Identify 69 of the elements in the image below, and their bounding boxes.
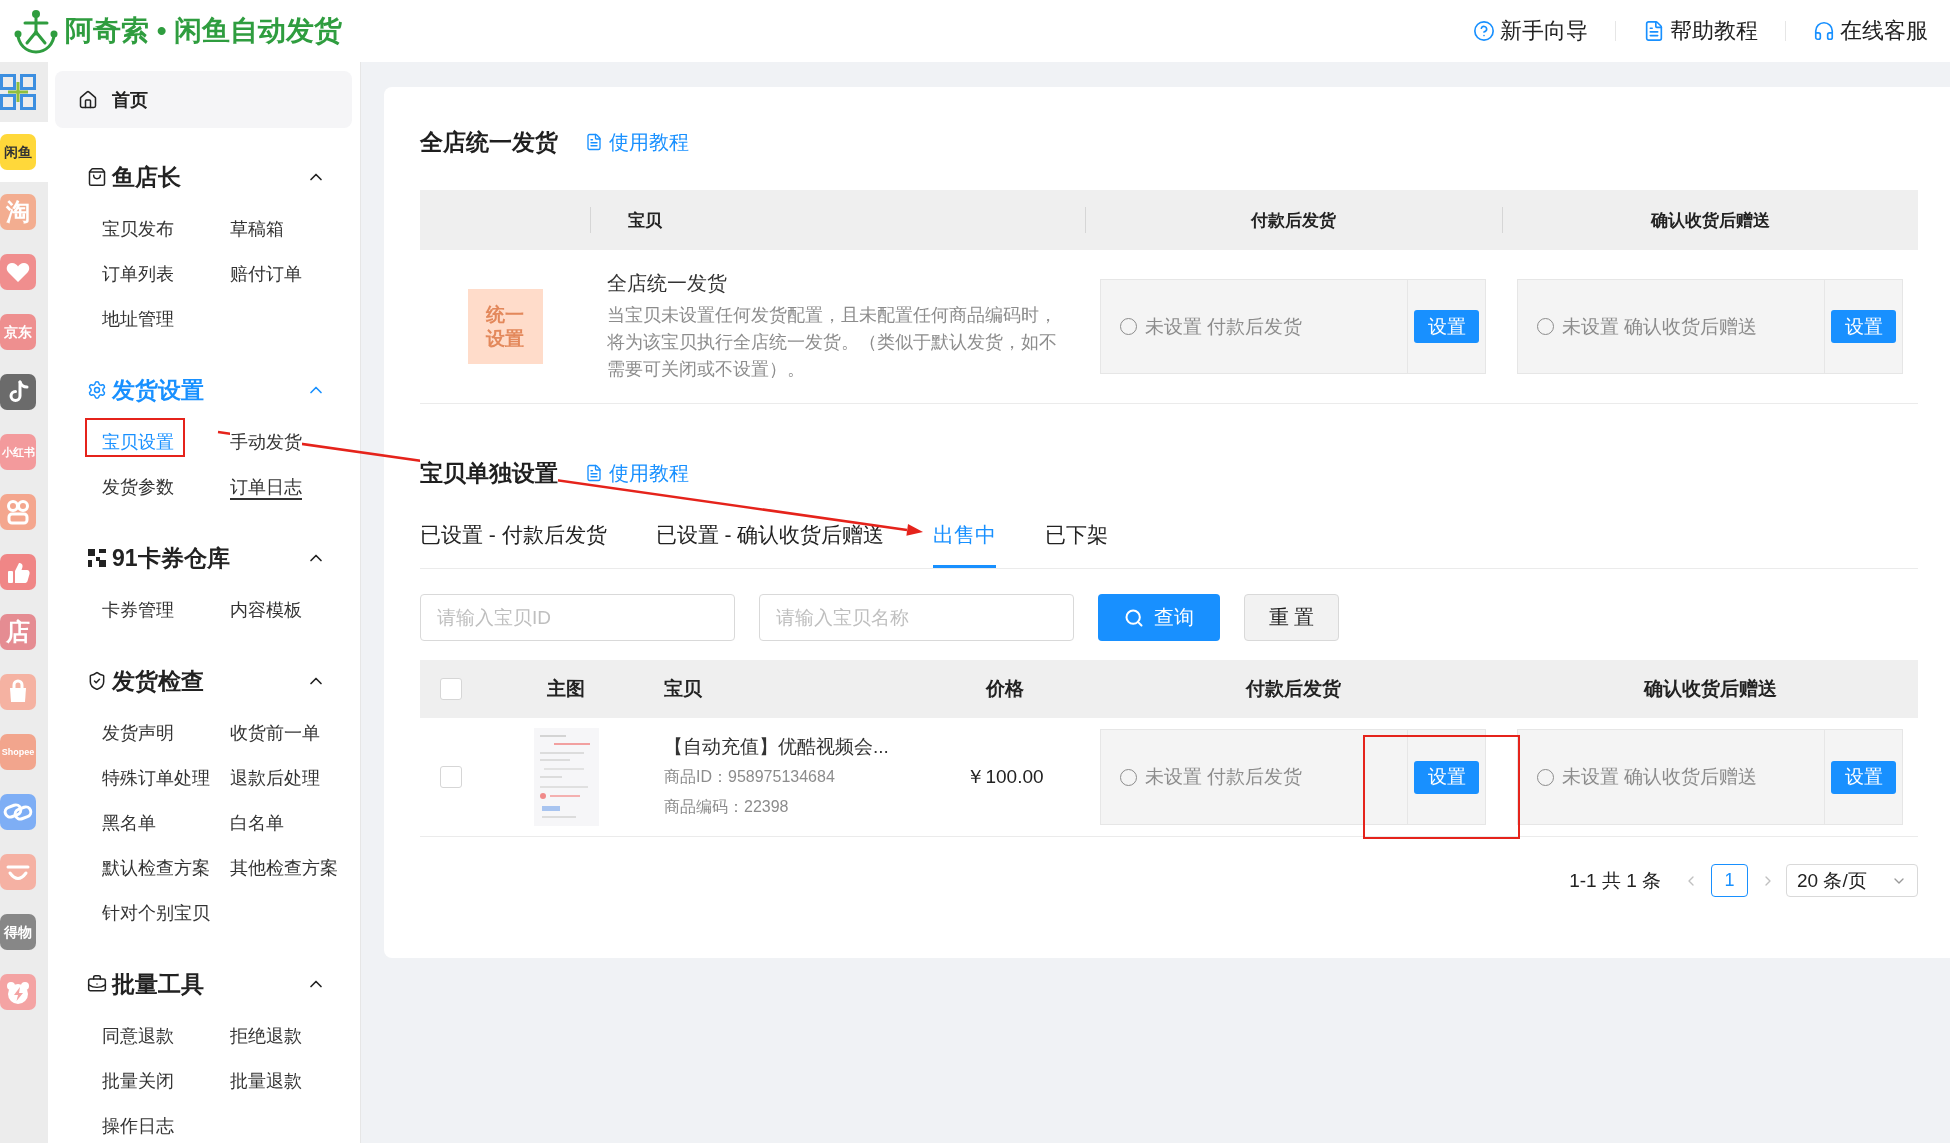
document-icon [1643, 20, 1665, 42]
menu-item[interactable]: 默认检查方案 [102, 855, 210, 880]
settings-icon [87, 380, 107, 400]
page-size-select[interactable]: 20 条/页 [1786, 864, 1918, 897]
menu-group-header[interactable]: 发货检查 [55, 658, 352, 704]
rings-icon [0, 494, 36, 530]
briefcase-icon [87, 974, 107, 994]
thumbs-up-icon [0, 554, 36, 590]
platform-button[interactable]: 闲鱼 [0, 122, 48, 182]
status-text: 未设置 付款后发货 [1145, 314, 1303, 339]
menu-item[interactable]: 针对个别宝贝 [102, 900, 210, 925]
item-title: 【自动充值】优酷视频会... [664, 735, 889, 759]
document-icon [585, 464, 603, 482]
headset-icon [1813, 20, 1835, 42]
music-note-icon [0, 374, 36, 410]
smile-icon [0, 854, 36, 890]
unified-setting-badge: 统一设置 [467, 289, 543, 364]
menu-item[interactable]: 手动发货 [230, 429, 302, 454]
item-code-text: 商品编码：22398 [664, 797, 789, 817]
header-link[interactable]: 新手向导 [1473, 16, 1588, 46]
menu-group-header[interactable]: 批量工具 [55, 961, 352, 1007]
shopping-bag-icon [0, 674, 36, 710]
row-checkbox[interactable] [440, 766, 462, 788]
home-icon [78, 89, 98, 110]
header-link[interactable]: 帮助教程 [1643, 16, 1758, 46]
menu-group-header[interactable]: 91卡券仓库 [55, 535, 352, 581]
platform-button[interactable]: 得物 [0, 902, 48, 962]
item-name-input[interactable]: 请输入宝贝名称 [759, 594, 1074, 641]
column-header: 宝贝 [664, 677, 702, 701]
column-header: 付款后发货 [1246, 677, 1341, 701]
column-header: 付款后发货 [1251, 209, 1336, 232]
column-header: 价格 [986, 677, 1024, 701]
menu-item[interactable]: 宝贝发布 [102, 216, 174, 241]
grid-icon [0, 74, 36, 110]
tab[interactable]: 已设置 - 确认收货后赠送 [655, 510, 885, 568]
item-id-input[interactable]: 请输入宝贝ID [420, 594, 735, 641]
status-text: 未设置 确认收货后赠送 [1562, 314, 1758, 339]
shield-check-icon [87, 671, 107, 691]
status-text: 未设置 付款后发货 [1145, 765, 1303, 789]
shopping-bag-icon [87, 167, 107, 187]
menu-item[interactable]: 内容模板 [230, 597, 302, 622]
link-icon [0, 794, 36, 830]
menu-group-header[interactable]: 鱼店长 [55, 154, 352, 200]
header-link[interactable]: 在线客服 [1813, 16, 1928, 46]
status-text: 未设置 确认收货后赠送 [1562, 765, 1758, 789]
menu-item[interactable]: 其他检查方案 [230, 855, 338, 880]
section-title: 宝贝单独设置 [420, 458, 558, 488]
search-icon [1124, 607, 1144, 628]
item-title: 全店统一发货 [607, 271, 727, 296]
document-icon [585, 133, 603, 151]
item-id-text: 商品ID：958975134684 [664, 767, 835, 787]
help-icon [1473, 20, 1495, 42]
tab[interactable]: 已设置 - 付款后发货 [420, 510, 607, 568]
tab[interactable]: 已下架 [1045, 510, 1109, 568]
item-description: 当宝贝未设置任何发货配置，且未配置任何商品编码时，将为该宝贝执行全店统一发货。（类似于默认发货，如不需要可关闭或不设置）。 [607, 304, 1058, 381]
column-header: 主图 [547, 677, 585, 701]
column-header: 宝贝 [628, 209, 662, 232]
logo-icon [12, 8, 60, 54]
column-header: 确认收货后赠送 [1643, 677, 1777, 701]
select-all-checkbox[interactable] [440, 678, 462, 700]
column-header: 确认收货后赠送 [1650, 209, 1770, 232]
price-text: ￥100.00 [966, 765, 1044, 789]
reset-button[interactable]: 重 置 [1244, 594, 1339, 641]
home-menu-item[interactable]: 首页 [55, 71, 352, 128]
pagination-summary: 1-1 共 1 条 [1569, 868, 1661, 893]
section-title: 全店统一发货 [420, 127, 558, 157]
app-title: 阿奇索 • 闲鱼自动发货 [65, 14, 343, 48]
squares-icon [87, 548, 107, 568]
bear-icon [0, 974, 36, 1010]
